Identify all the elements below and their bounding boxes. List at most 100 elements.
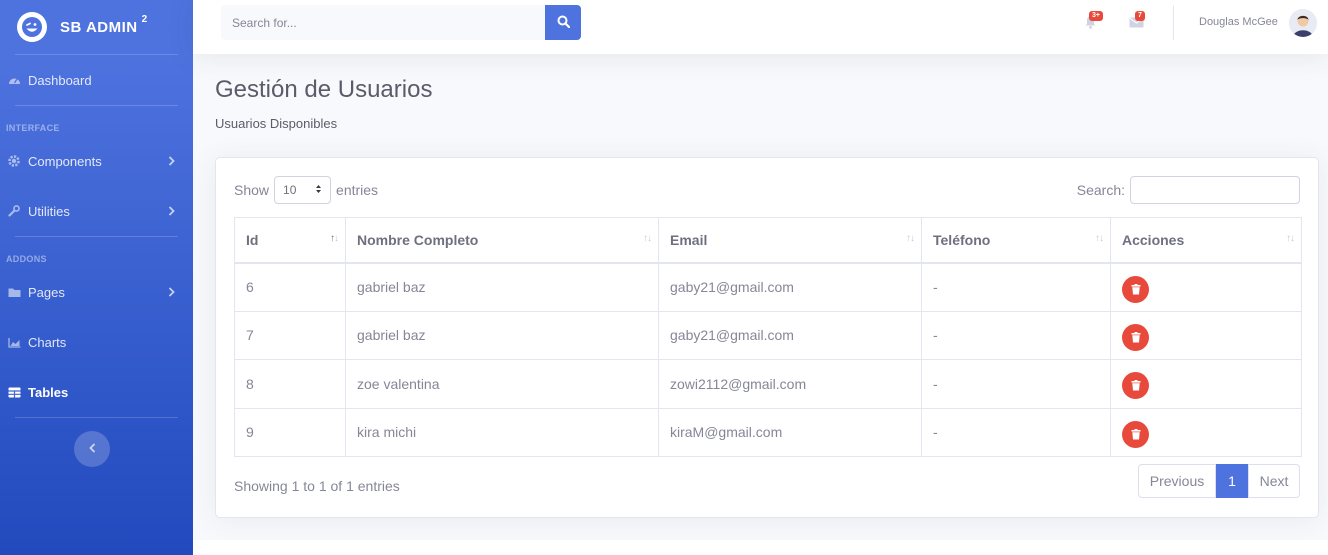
cell-phone: -: [921, 359, 1111, 409]
cell-email: zowi2112@gmail.com: [658, 359, 922, 409]
search-icon: [557, 15, 570, 31]
sidebar-item-pages[interactable]: Pages: [0, 267, 193, 317]
search-button[interactable]: [545, 5, 581, 40]
sidebar-item-label: Tables: [28, 384, 69, 400]
table-row: 9 kira michi kiraM@gmail.com -: [234, 407, 1302, 457]
cell-actions: [1110, 262, 1302, 312]
chevron-right-icon: [168, 285, 175, 300]
previous-page-button[interactable]: Previous: [1138, 464, 1216, 498]
sidebar-item-tables[interactable]: Tables: [0, 367, 193, 417]
brand[interactable]: SB ADMIN 2: [0, 0, 193, 54]
show-label: Show: [234, 182, 270, 198]
cell-email: gaby21@gmail.com: [658, 310, 922, 360]
pagination: Previous 1 Next: [1138, 464, 1300, 498]
trash-icon: [1131, 428, 1140, 440]
footer-band: [193, 540, 1328, 555]
table-info: Showing 1 to 1 of 1 entries: [234, 478, 400, 494]
laugh-wink-icon: [17, 12, 47, 42]
cell-id: 8: [234, 359, 346, 409]
delete-button[interactable]: [1122, 372, 1149, 400]
cell-email: kiraM@gmail.com: [658, 407, 922, 457]
cell-id: 9: [234, 407, 346, 457]
cell-actions: [1110, 359, 1302, 409]
table-row: 7 gabriel baz gaby21@gmail.com -: [234, 310, 1302, 360]
sort-icon: ↑↓: [1286, 233, 1295, 244]
table-filter: Search:: [1077, 176, 1300, 204]
table-row: 8 zoe valentina zowi2112@gmail.com -: [234, 359, 1302, 409]
table-header-row: Id ↑↓ Nombre Completo ↑↓ Email ↑↓ Teléfono ↑…: [234, 217, 1302, 264]
cell-email: gaby21@gmail.com: [658, 262, 922, 312]
sidebar-heading-interface: INTERFACE: [6, 123, 60, 133]
sidebar-item-label: Pages: [28, 284, 65, 300]
column-header-name[interactable]: Nombre Completo ↑↓: [345, 217, 659, 264]
table-icon: [7, 385, 21, 399]
page-button-current[interactable]: 1: [1216, 464, 1248, 498]
cell-actions: [1110, 407, 1302, 457]
sort-icon: ↑↓: [643, 233, 652, 244]
length-control: Show 10 entries: [234, 176, 378, 204]
topbar: 3+ 7 Douglas McGee: [193, 0, 1328, 54]
users-card: Show 10 entries Search: Id ↑↓ Nombre Comp…: [215, 157, 1319, 518]
column-header-id[interactable]: Id ↑↓: [234, 217, 346, 264]
sidebar-item-components[interactable]: Components: [0, 136, 193, 186]
delete-button[interactable]: [1122, 420, 1149, 448]
column-header-email[interactable]: Email ↑↓: [658, 217, 922, 264]
cell-id: 7: [234, 310, 346, 360]
avatar[interactable]: [1289, 9, 1317, 37]
cell-name: gabriel baz: [345, 262, 659, 312]
sidebar-divider: [15, 417, 178, 418]
messages-dropdown[interactable]: 7: [1125, 11, 1147, 34]
entries-select-value: 10: [283, 183, 297, 197]
cell-name: kira michi: [345, 407, 659, 457]
sidebar-item-dashboard[interactable]: Dashboard: [0, 55, 193, 105]
cog-icon: [7, 154, 21, 168]
cell-name: zoe valentina: [345, 359, 659, 409]
topbar-search: [221, 5, 581, 40]
cell-actions: [1110, 310, 1302, 360]
cell-phone: -: [921, 310, 1111, 360]
delete-button[interactable]: [1122, 275, 1149, 303]
user-name[interactable]: Douglas McGee: [1199, 16, 1278, 28]
column-header-phone[interactable]: Teléfono ↑↓: [921, 217, 1111, 264]
sidebar-item-charts[interactable]: Charts: [0, 317, 193, 367]
trash-icon: [1131, 380, 1140, 391]
chevron-right-icon: [168, 154, 175, 169]
sidebar: SB ADMIN 2 Dashboard INTERFACE Components…: [0, 0, 193, 555]
alerts-badge: 3+: [1089, 11, 1103, 21]
page-title: Gestión de Usuarios: [215, 76, 433, 103]
cell-phone: -: [921, 407, 1111, 457]
sidebar-item-label: Charts: [28, 334, 67, 350]
brand-name: SB ADMIN 2: [60, 14, 148, 36]
search-label: Search:: [1076, 182, 1125, 198]
topbar-divider: [1173, 6, 1174, 40]
column-header-actions[interactable]: Acciones ↑↓: [1110, 217, 1302, 264]
next-page-button[interactable]: Next: [1248, 464, 1300, 498]
page-subtitle: Usuarios Disponibles: [215, 116, 338, 131]
search-input[interactable]: [221, 5, 545, 40]
sidebar-heading-addons: ADDONS: [6, 254, 47, 264]
sidebar-toggle-button[interactable]: [74, 431, 110, 467]
sidebar-item-label: Dashboard: [28, 72, 92, 88]
table-row: 6 gabriel baz gaby21@gmail.com -: [234, 262, 1302, 312]
select-arrows-icon: [315, 183, 322, 197]
alerts-dropdown[interactable]: 3+: [1079, 11, 1103, 34]
entries-label: entries: [336, 182, 379, 198]
wrench-icon: [7, 204, 21, 218]
sidebar-item-label: Utilities: [28, 203, 70, 219]
cell-id: 6: [234, 262, 346, 312]
sort-icon: ↑↓: [906, 233, 915, 244]
cell-phone: -: [921, 262, 1111, 312]
trash-icon: [1131, 283, 1140, 294]
chart-area-icon: [7, 335, 21, 349]
chevron-left-icon: [88, 440, 96, 458]
chevron-right-icon: [168, 204, 175, 219]
sort-icon: ↑↓: [1095, 233, 1104, 244]
sidebar-item-utilities[interactable]: Utilities: [0, 186, 193, 236]
cell-name: gabriel baz: [345, 310, 659, 360]
entries-select[interactable]: 10: [274, 176, 332, 204]
sidebar-item-label: Components: [28, 153, 102, 169]
table-search-input[interactable]: [1130, 176, 1300, 204]
folder-icon: [7, 285, 21, 299]
users-table: Id ↑↓ Nombre Completo ↑↓ Email ↑↓ Teléfono ↑…: [234, 217, 1302, 457]
delete-button[interactable]: [1122, 323, 1149, 351]
